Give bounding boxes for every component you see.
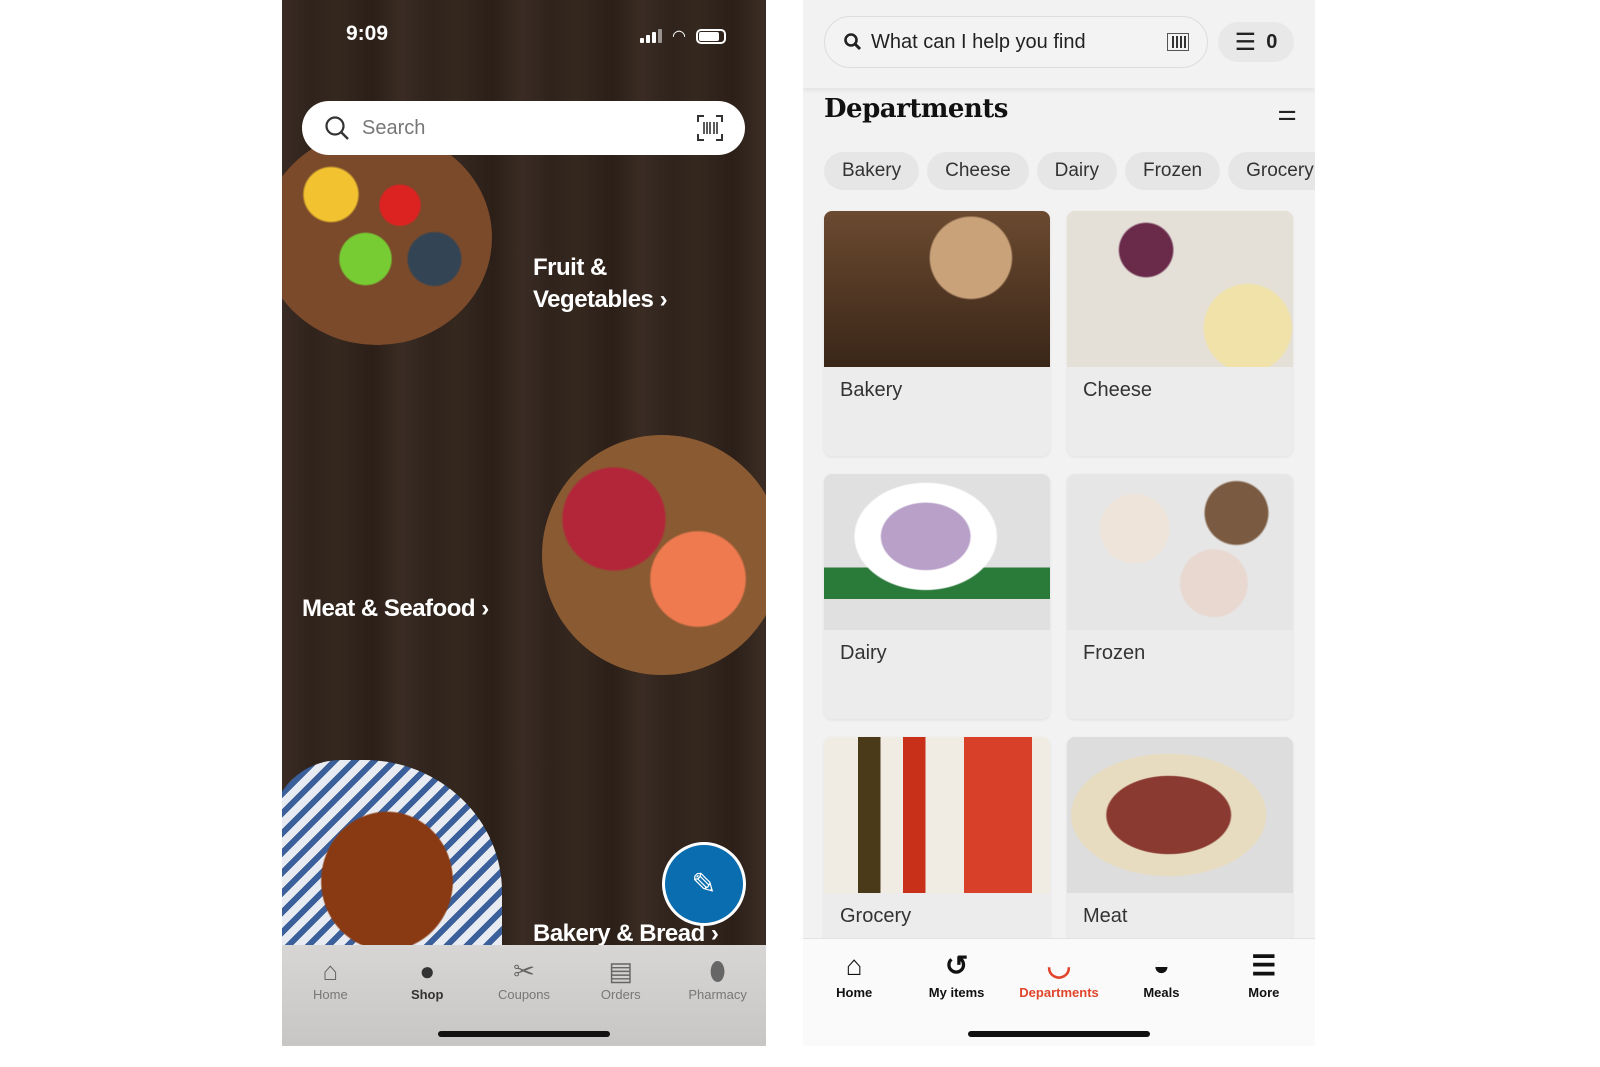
chip-bakery[interactable]: Bakery bbox=[824, 152, 920, 190]
list-count: 0 bbox=[1266, 30, 1278, 53]
search-icon bbox=[844, 33, 862, 51]
chip-grocery[interactable]: Grocery bbox=[1228, 152, 1315, 190]
shopping-list-button[interactable]: ✎ bbox=[662, 842, 746, 926]
nav-home[interactable]: ⌂ Home bbox=[803, 947, 905, 1046]
departments-icon: ◡ bbox=[1046, 950, 1072, 981]
list-star-icon: ✎ bbox=[691, 867, 717, 901]
bottom-nav: ⌂ Home ↺ My items ◡ Departments ◒ Meals ☰ Mor… bbox=[803, 938, 1315, 1046]
search-icon bbox=[325, 116, 349, 140]
dairy-image bbox=[824, 474, 1050, 630]
chip-dairy[interactable]: Dairy bbox=[1036, 152, 1117, 190]
status-time: 9:09 bbox=[346, 22, 389, 45]
card-frozen[interactable]: Frozen bbox=[1067, 474, 1293, 719]
card-cheese[interactable]: Cheese bbox=[1067, 211, 1293, 456]
menu-icon: ☰ bbox=[1251, 950, 1277, 981]
top-bar: What can I help you find ☰ 0 bbox=[803, 0, 1315, 88]
barcode-scan-icon[interactable] bbox=[697, 115, 723, 141]
signal-icon bbox=[640, 29, 663, 43]
fruit-image[interactable] bbox=[282, 130, 492, 345]
frozen-image bbox=[1067, 474, 1293, 630]
shopping-list-button[interactable]: ☰ 0 bbox=[1218, 22, 1294, 62]
wifi-icon: ◠ bbox=[672, 28, 686, 45]
scissors-icon: ✂ bbox=[513, 956, 535, 986]
departments-screen: What can I help you find ☰ 0 Departments … bbox=[803, 0, 1315, 1046]
cheese-image bbox=[1067, 211, 1293, 367]
list-icon: ☰ bbox=[1234, 28, 1257, 56]
search-input[interactable]: What can I help you find bbox=[871, 31, 1167, 54]
search-input[interactable]: Search bbox=[362, 117, 697, 140]
nav-pharmacy[interactable]: ⬮ Pharmacy bbox=[669, 955, 766, 1046]
category-fruit-vegetables[interactable]: Fruit & Vegetables › bbox=[533, 252, 668, 316]
home-indicator bbox=[968, 1031, 1150, 1037]
filter-icon[interactable]: ⚌ bbox=[1277, 100, 1297, 126]
department-grid: Bakery Cheese Dairy Frozen Grocery Meat bbox=[824, 211, 1293, 982]
house-icon: ⌂ bbox=[845, 950, 863, 981]
card-dairy[interactable]: Dairy bbox=[824, 474, 1050, 719]
bakery-image bbox=[824, 211, 1050, 367]
page-title: Departments bbox=[824, 94, 1008, 124]
shop-screen: 9:09 ◠ Search Fruit & Vegetables › Meat &… bbox=[282, 0, 766, 1046]
house-icon: ⌂ bbox=[322, 956, 339, 986]
category-meat-seafood[interactable]: Meat & Seafood › bbox=[302, 593, 489, 625]
history-icon: ↺ bbox=[944, 950, 969, 981]
grocery-image bbox=[824, 737, 1050, 893]
home-indicator bbox=[438, 1031, 610, 1037]
nav-home[interactable]: ⌂ Home bbox=[282, 955, 379, 1046]
apple-icon: ● bbox=[419, 956, 436, 986]
department-chips: Bakery Cheese Dairy Frozen Grocery bbox=[824, 152, 1315, 190]
search-bar[interactable]: What can I help you find bbox=[824, 16, 1208, 68]
chip-cheese[interactable]: Cheese bbox=[927, 152, 1029, 190]
search-bar[interactable]: Search bbox=[302, 101, 745, 155]
battery-icon bbox=[696, 28, 726, 44]
barcode-icon[interactable] bbox=[1167, 33, 1189, 51]
meat-image bbox=[1067, 737, 1293, 893]
whisk-bowl-icon: ◒ bbox=[1152, 950, 1170, 981]
pill-icon: ⬮ bbox=[709, 956, 726, 986]
receipt-icon: ▤ bbox=[608, 956, 634, 986]
meat-seafood-image[interactable] bbox=[542, 435, 766, 675]
card-bakery[interactable]: Bakery bbox=[824, 211, 1050, 456]
nav-more[interactable]: ☰ More bbox=[1213, 947, 1315, 1046]
status-icons: ◠ bbox=[640, 26, 726, 46]
chip-frozen[interactable]: Frozen bbox=[1124, 152, 1221, 190]
